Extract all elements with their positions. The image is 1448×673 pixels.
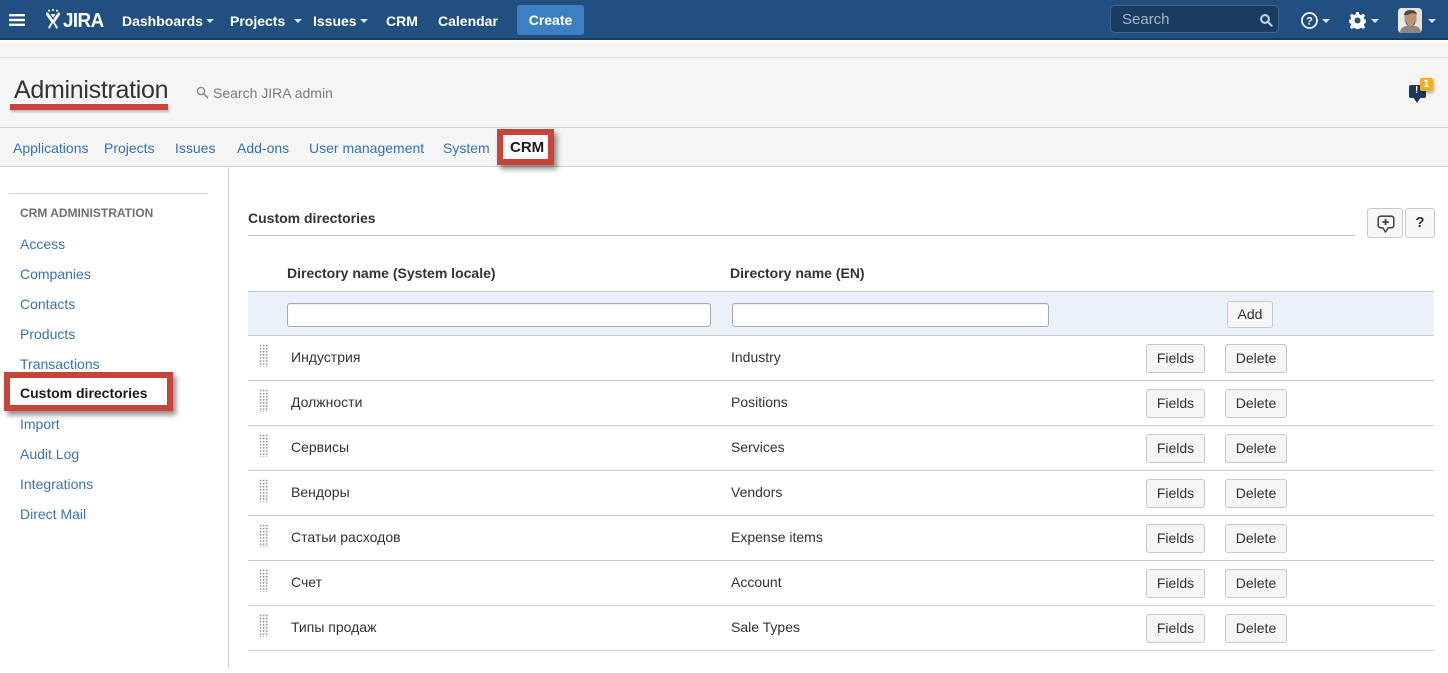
svg-text:?: ? (1306, 16, 1313, 28)
